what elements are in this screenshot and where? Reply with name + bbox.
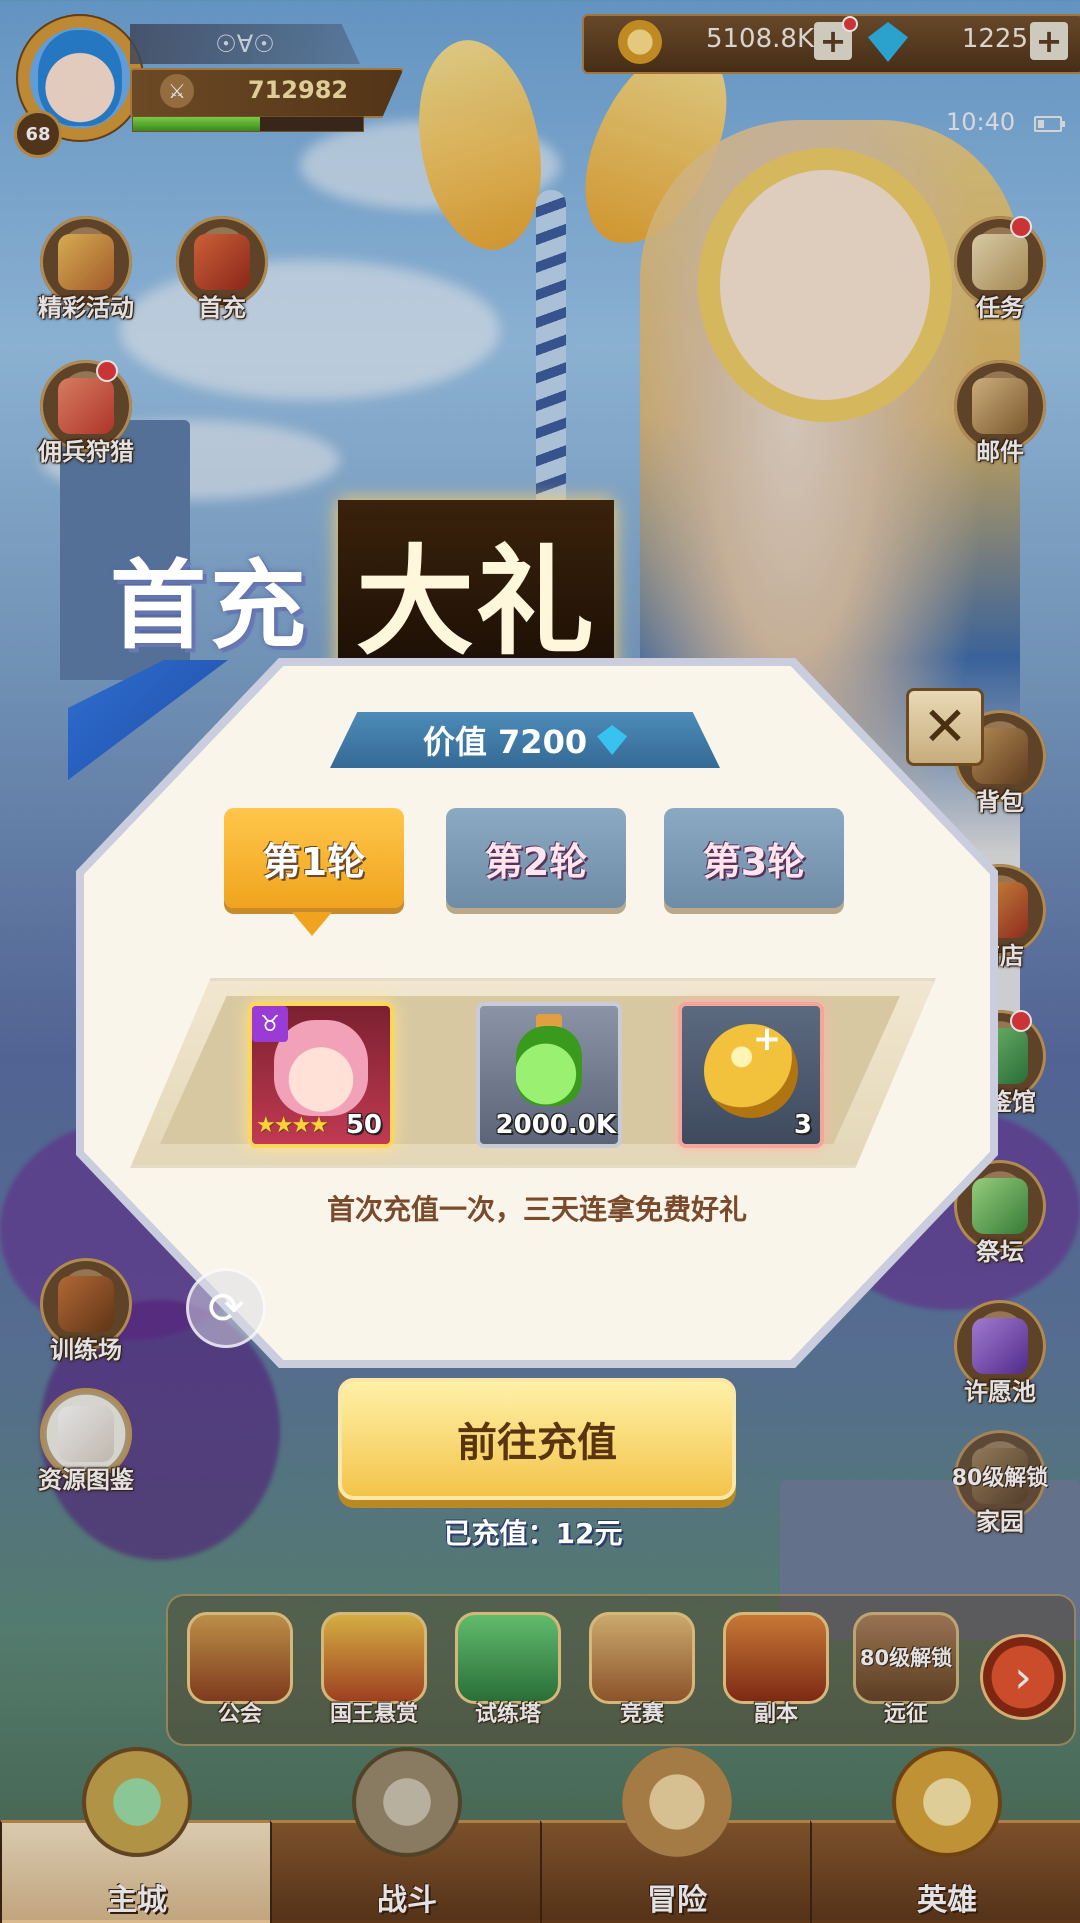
value-ribbon: 价值 7200 — [330, 712, 720, 768]
star-rating: ★★★★ — [256, 1113, 329, 1138]
reward-count: 3 — [793, 1110, 812, 1140]
plus-icon: + — [752, 1019, 782, 1059]
hero-portrait — [274, 1020, 368, 1116]
reward-exp-orb[interactable]: + 3 — [678, 1002, 824, 1148]
refresh-icon[interactable]: ⟳ — [186, 1268, 266, 1348]
faction-icon: ♉ — [252, 1006, 288, 1042]
close-button[interactable]: ✕ — [906, 688, 984, 766]
reward-count: 2000.0K — [495, 1110, 616, 1140]
potion-icon — [516, 1026, 582, 1106]
golden-orb-icon — [704, 1024, 798, 1118]
reward-potion[interactable]: 2000.0K — [476, 1002, 622, 1148]
tab-round-1[interactable]: 第1轮 — [224, 808, 404, 908]
reward-count: 50 — [345, 1110, 382, 1140]
reward-hero-shard[interactable]: ♉ ★★★★ 50 — [248, 1002, 394, 1148]
gem-icon — [597, 725, 628, 755]
value-label: 价值 7200 — [422, 723, 588, 761]
dialog-title: 首充 大礼 — [110, 500, 630, 683]
tab-round-3[interactable]: 第3轮 — [664, 808, 844, 908]
go-recharge-button[interactable]: 前往充值 — [338, 1378, 736, 1500]
title-part-2: 大礼 — [338, 500, 615, 683]
charged-amount: 已充值：12元 — [443, 1517, 623, 1550]
tab-round-2[interactable]: 第2轮 — [446, 808, 626, 908]
dialog-description: 首次充值一次，三天连拿免费好礼 — [326, 1193, 747, 1226]
title-part-1: 首充 — [110, 550, 310, 662]
